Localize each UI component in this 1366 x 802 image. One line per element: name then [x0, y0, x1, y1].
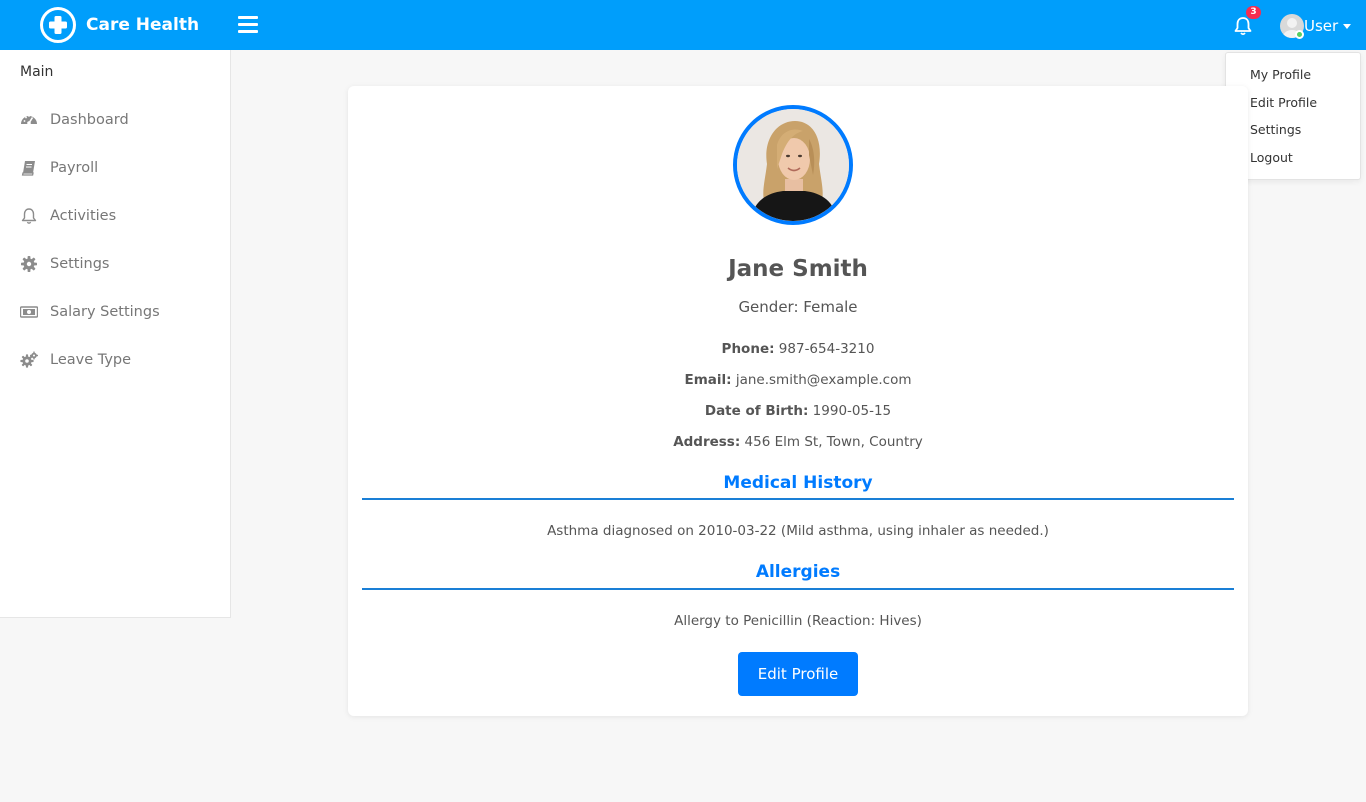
address-label: Address: [673, 434, 741, 450]
medical-history-divider [362, 498, 1234, 500]
sidebar-item-label: Salary Settings [50, 304, 160, 320]
allergies-divider [362, 588, 1234, 590]
money-icon [20, 303, 38, 321]
notification-badge: 3 [1246, 6, 1261, 19]
gender-value: Female [803, 298, 858, 316]
email-value: jane.smith@example.com [735, 372, 912, 388]
profile-card: Jane Smith Gender: Female Phone: 987-654… [348, 86, 1248, 716]
phone-label: Phone: [721, 341, 775, 357]
allergy-entry: Allergy to Penicillin (Reaction: Hives) [674, 613, 922, 629]
caret-down-icon [1343, 23, 1352, 29]
dob-label: Date of Birth: [704, 403, 809, 419]
medical-history-heading: Medical History [723, 473, 873, 493]
user-menu-toggle[interactable]: User [1280, 13, 1352, 39]
dob-value: 1990-05-15 [812, 403, 892, 419]
gears-icon [20, 351, 38, 369]
gear-icon [20, 255, 38, 273]
menu-toggle-icon[interactable] [238, 16, 258, 34]
bell-icon [20, 207, 38, 225]
online-status-dot [1295, 30, 1304, 39]
medical-cross-logo-icon [40, 7, 76, 43]
sidebar-item-salary-settings[interactable]: Salary Settings [20, 300, 220, 324]
profile-phone-row: Phone: 987-654-3210 [348, 341, 1248, 357]
phone-value: 987-654-3210 [778, 341, 875, 357]
sidebar-item-payroll[interactable]: Payroll [20, 156, 220, 180]
sidebar-item-label: Leave Type [50, 352, 132, 368]
profile-email-row: Email: jane.smith@example.com [348, 372, 1248, 388]
sidebar-item-settings[interactable]: Settings [20, 252, 220, 276]
edit-profile-button[interactable]: Edit Profile [738, 652, 858, 696]
brand[interactable]: Care Health [40, 7, 200, 43]
profile-photo [733, 105, 853, 225]
sidebar-item-dashboard[interactable]: Dashboard [20, 108, 220, 132]
profile-gender: Gender: Female [348, 298, 1248, 316]
dashboard-icon [20, 111, 38, 129]
brand-name: Care Health [86, 15, 200, 35]
sidebar-item-label: Settings [50, 256, 110, 272]
medical-history-entry: Asthma diagnosed on 2010-03-22 (Mild ast… [547, 523, 1049, 539]
profile-name: Jane Smith [728, 256, 868, 282]
sidebar-section-title: Main [20, 64, 54, 80]
profile-address-row: Address: 456 Elm St, Town, Country [348, 434, 1248, 450]
sidebar-item-label: Activities [50, 208, 117, 224]
sidebar-item-activities[interactable]: Activities [20, 204, 220, 228]
top-navbar: Care Health 3 User [0, 0, 1366, 50]
sidebar-item-leave-type[interactable]: Leave Type [20, 348, 220, 372]
book-icon [20, 159, 38, 177]
email-label: Email: [684, 372, 732, 388]
sidebar-item-label: Payroll [50, 160, 99, 176]
address-value: 456 Elm St, Town, Country [744, 434, 923, 450]
user-name-label: User [1304, 17, 1339, 35]
gender-label: Gender: [738, 298, 799, 316]
sidebar: Main Dashboard Payroll Activities Settin… [0, 50, 231, 618]
sidebar-item-label: Dashboard [50, 112, 129, 128]
profile-dob-row: Date of Birth: 1990-05-15 [348, 403, 1248, 419]
allergies-heading: Allergies [755, 562, 841, 582]
